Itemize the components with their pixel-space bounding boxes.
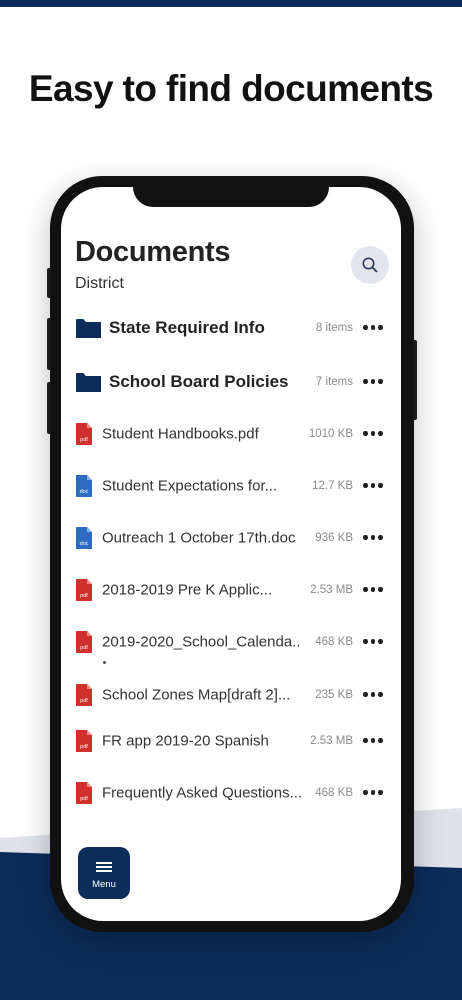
top-accent-bar: [0, 0, 462, 7]
file-name: Student Handbooks.pdf: [102, 425, 259, 443]
more-options-button[interactable]: [363, 790, 383, 796]
phone-side-button: [47, 268, 51, 298]
file-size: 12.7 KB: [312, 480, 353, 492]
menu-button[interactable]: Menu: [78, 847, 130, 899]
more-options-button[interactable]: [363, 587, 383, 593]
folder-name: State Required Info: [109, 318, 265, 337]
file-name: FR app 2019-20 Spanish: [102, 732, 269, 750]
more-options-button[interactable]: [363, 738, 383, 744]
file-size: 2.53 MB: [310, 735, 353, 747]
file-size: 936 KB: [315, 532, 353, 544]
file-row[interactable]: pdf 2018-2019 Pre K Applic... 2.53 MB: [61, 572, 401, 608]
phone-notch: [133, 185, 329, 207]
more-options-button[interactable]: [363, 692, 383, 698]
more-options-button[interactable]: [363, 483, 383, 489]
pdf-file-icon: pdf: [76, 782, 92, 804]
text-overflow-dot: [103, 661, 106, 664]
folder-icon: [76, 319, 101, 338]
svg-text:doc: doc: [80, 489, 89, 495]
file-name: Outreach 1 October 17th.doc: [102, 529, 296, 547]
file-name: Frequently Asked Questions...: [102, 784, 303, 802]
file-size: 235 KB: [315, 689, 353, 701]
file-name: 2018-2019 Pre K Applic...: [102, 581, 273, 599]
svg-text:pdf: pdf: [80, 437, 88, 443]
promo-headline: Easy to find documents: [28, 68, 434, 109]
pdf-file-icon: pdf: [76, 730, 92, 752]
page-subtitle: District: [75, 275, 124, 292]
page-title: Documents: [75, 236, 231, 268]
file-size: 468 KB: [315, 787, 353, 799]
svg-text:pdf: pdf: [80, 744, 88, 750]
file-row[interactable]: doc Outreach 1 October 17th.doc 936 KB: [61, 520, 401, 556]
file-row[interactable]: pdf Frequently Asked Questions... 468 KB: [61, 775, 401, 811]
phone-side-button: [47, 382, 51, 434]
doc-file-icon: doc: [76, 527, 92, 549]
pdf-file-icon: pdf: [76, 579, 92, 601]
menu-label: Menu: [92, 879, 116, 890]
svg-text:doc: doc: [80, 541, 89, 547]
pdf-file-icon: pdf: [76, 684, 92, 706]
phone-screen: Documents District State Required Info 8…: [61, 187, 401, 921]
file-row[interactable]: pdf 2019-2020_School_Calenda.. 468 KB: [61, 624, 401, 660]
more-options-button[interactable]: [363, 325, 383, 331]
more-options-button[interactable]: [363, 535, 383, 541]
pdf-file-icon: pdf: [76, 631, 92, 653]
folder-row[interactable]: School Board Policies 7 items: [61, 364, 401, 400]
folder-row[interactable]: State Required Info 8 items: [61, 310, 401, 346]
svg-text:pdf: pdf: [80, 698, 88, 704]
folder-name: School Board Policies: [109, 372, 289, 391]
phone-side-button: [413, 340, 417, 420]
file-name: Student Expectations for...: [102, 477, 278, 495]
hamburger-icon: [96, 862, 112, 872]
file-name: School Zones Map[draft 2]...: [102, 686, 291, 704]
search-icon: [362, 257, 378, 273]
phone-side-button: [47, 318, 51, 370]
folder-item-count: 7 items: [315, 376, 353, 388]
svg-text:pdf: pdf: [80, 645, 88, 651]
file-row[interactable]: pdf School Zones Map[draft 2]... 235 KB: [61, 677, 401, 713]
file-name: 2019-2020_School_Calenda..: [102, 633, 301, 651]
file-size: 1010 KB: [308, 428, 353, 440]
file-row[interactable]: doc Student Expectations for... 12.7 KB: [61, 468, 401, 504]
doc-file-icon: doc: [76, 475, 92, 497]
file-row[interactable]: pdf FR app 2019-20 Spanish 2.53 MB: [61, 723, 401, 759]
pdf-file-icon: pdf: [76, 423, 92, 445]
folder-item-count: 8 items: [315, 322, 353, 334]
file-size: 2.53 MB: [310, 584, 353, 596]
search-button[interactable]: [351, 246, 389, 284]
file-size: 468 KB: [315, 636, 353, 648]
svg-text:pdf: pdf: [80, 796, 88, 802]
folder-icon: [76, 373, 101, 392]
more-options-button[interactable]: [363, 639, 383, 645]
svg-text:pdf: pdf: [80, 593, 88, 599]
file-row[interactable]: pdf Student Handbooks.pdf 1010 KB: [61, 416, 401, 452]
more-options-button[interactable]: [363, 379, 383, 385]
more-options-button[interactable]: [363, 431, 383, 437]
